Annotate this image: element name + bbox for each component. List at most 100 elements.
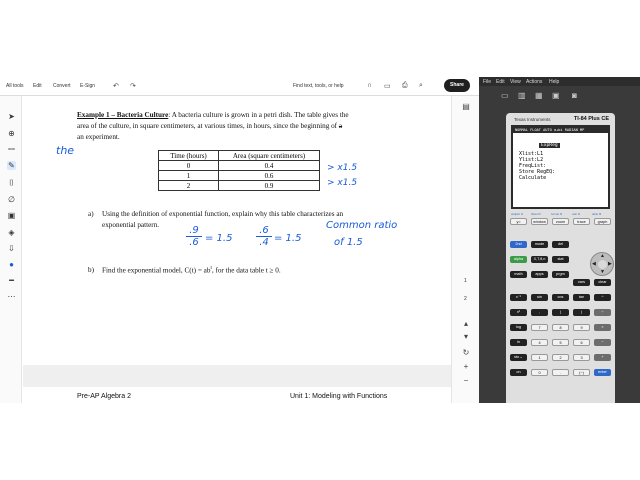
key-zoom[interactable]: zoom [552,218,569,225]
camera-icon[interactable]: ◙ [572,91,577,100]
key-ln[interactable]: ln [510,339,527,346]
key-stat[interactable]: stat [552,256,569,263]
calculator-keypad: statplot f1 tblset f2 format f3 calc f4 … [510,211,614,399]
key-plus[interactable]: + [594,354,611,361]
key-2nd[interactable]: 2nd [510,241,527,248]
arrow-up-icon[interactable]: ▲ [600,254,605,259]
calc-menu-help[interactable]: Help [549,79,559,85]
chat-icon[interactable]: ▭ [384,82,391,90]
screen-capture-icon[interactable]: ▣ [552,91,560,100]
key-multiply[interactable]: × [594,324,611,331]
key-right-paren[interactable]: ) [573,309,590,316]
key-alpha[interactable]: alpha [510,256,527,263]
text-edit-icon[interactable]: ꟷ [7,145,16,154]
page-number-1[interactable]: 1 [464,278,467,284]
key-left-paren[interactable]: ( [552,309,569,316]
pen-tool-icon[interactable]: ⇩ [7,244,16,253]
key-5[interactable]: 5 [552,339,569,346]
line-weight-icon[interactable]: ━ [7,276,16,285]
key-log[interactable]: log [510,324,527,331]
page-down-icon[interactable]: ▾ [461,332,471,342]
headphones-icon[interactable]: ∩ [367,82,372,89]
all-tools-menu[interactable]: All tools [6,83,24,89]
comment-icon[interactable]: ✎ [7,161,16,170]
refresh-icon[interactable]: ↻ [461,348,471,358]
key-enter[interactable]: enter [594,369,611,376]
footer-unit: Unit 1: Modeling with Functions [290,393,388,400]
select-cursor-icon[interactable]: ➤ [7,112,16,121]
key-math[interactable]: math [510,271,527,278]
key-tan[interactable]: tan [573,294,590,301]
more-tools-icon[interactable]: ⋯ [7,292,16,301]
find-search-box[interactable]: Find text, tools, or help [293,83,344,89]
key-inverse[interactable]: x⁻¹ [510,294,527,301]
ink-equals-1: = 1.5 [205,233,233,244]
table-cell: 0.4 [218,160,320,171]
highlight-icon[interactable]: ∅ [7,195,16,204]
arrow-pad[interactable]: ▲ ▼ ◀ ▶ [590,252,614,276]
sidebar-toggle-icon[interactable]: ▤ [461,102,471,112]
key-3[interactable]: 3 [573,354,590,361]
erase-icon[interactable]: ◈ [7,228,16,237]
key-cos[interactable]: cos [552,294,569,301]
zoom-icon[interactable]: ⊕ [7,129,16,138]
calc-view-icon[interactable]: ▥ [518,91,526,100]
key-minus[interactable]: − [594,339,611,346]
redo-icon[interactable]: ↷ [130,82,136,90]
arrow-down-icon[interactable]: ▼ [600,270,605,275]
key-2[interactable]: 2 [552,354,569,361]
key-vars[interactable]: vars [573,279,590,286]
search-icon[interactable]: ⌕ [419,82,423,90]
key-on[interactable]: on [510,369,527,376]
key-xtthetan[interactable]: X,T,θ,n [531,256,548,263]
key-clear[interactable]: clear [594,279,611,286]
key-window[interactable]: window [531,218,548,225]
calc-menu-edit[interactable]: Edit [496,79,505,85]
key-comma[interactable]: , [531,309,548,316]
annotate-icon[interactable]: ⌷ [7,178,16,187]
stamp-icon[interactable]: ▣ [7,211,16,220]
key-6[interactable]: 6 [573,339,590,346]
key-4[interactable]: 4 [531,339,548,346]
key-square[interactable]: x² [510,309,527,316]
key-caret[interactable]: ^ [594,294,611,301]
zoom-in-icon[interactable]: + [461,362,471,372]
edit-menu[interactable]: Edit [33,83,42,89]
key-divide[interactable]: ÷ [594,309,611,316]
calc-menu-view[interactable]: View [510,79,521,85]
arrow-left-icon[interactable]: ◀ [592,262,596,267]
intro-line-2-text: area of the culture, in square centimete… [77,122,338,130]
ink-frac1-denominator: .6 [186,236,202,248]
key-1[interactable]: 1 [531,354,548,361]
esign-menu[interactable]: E-Sign [80,83,95,89]
part-b-text: Find the exponential model, C(t) = abt, … [102,266,281,274]
keypad-icon[interactable]: ▦ [535,91,543,100]
page-up-icon[interactable]: ▴ [461,319,471,329]
key-7[interactable]: 7 [531,324,548,331]
key-sin[interactable]: sin [531,294,548,301]
key-graph[interactable]: graph [594,218,611,225]
key-y-equals[interactable]: y= [510,218,527,225]
key-negative[interactable]: (−) [573,369,590,376]
key-trace[interactable]: trace [573,218,590,225]
arrow-right-icon[interactable]: ▶ [608,262,612,267]
key-mode[interactable]: mode [531,241,548,248]
calc-menu-actions[interactable]: Actions [526,79,542,85]
key-store[interactable]: sto→ [510,354,527,361]
convert-menu[interactable]: Convert [53,83,71,89]
undo-icon[interactable]: ↶ [113,82,119,90]
key-0[interactable]: 0 [531,369,548,376]
share-button[interactable]: Share [444,79,470,92]
calc-menu-file[interactable]: File [483,79,491,85]
zoom-out-icon[interactable]: − [461,376,471,386]
key-9[interactable]: 9 [573,324,590,331]
key-prgm[interactable]: prgm [552,271,569,278]
battery-icon[interactable]: ▭ [501,91,509,100]
color-dot-icon[interactable]: ● [7,260,16,269]
key-decimal[interactable]: . [552,369,569,376]
key-apps[interactable]: apps [531,271,548,278]
key-del[interactable]: del [552,241,569,248]
page-number-2[interactable]: 2 [464,296,467,302]
key-8[interactable]: 8 [552,324,569,331]
print-icon[interactable]: ⎙ [402,82,408,90]
